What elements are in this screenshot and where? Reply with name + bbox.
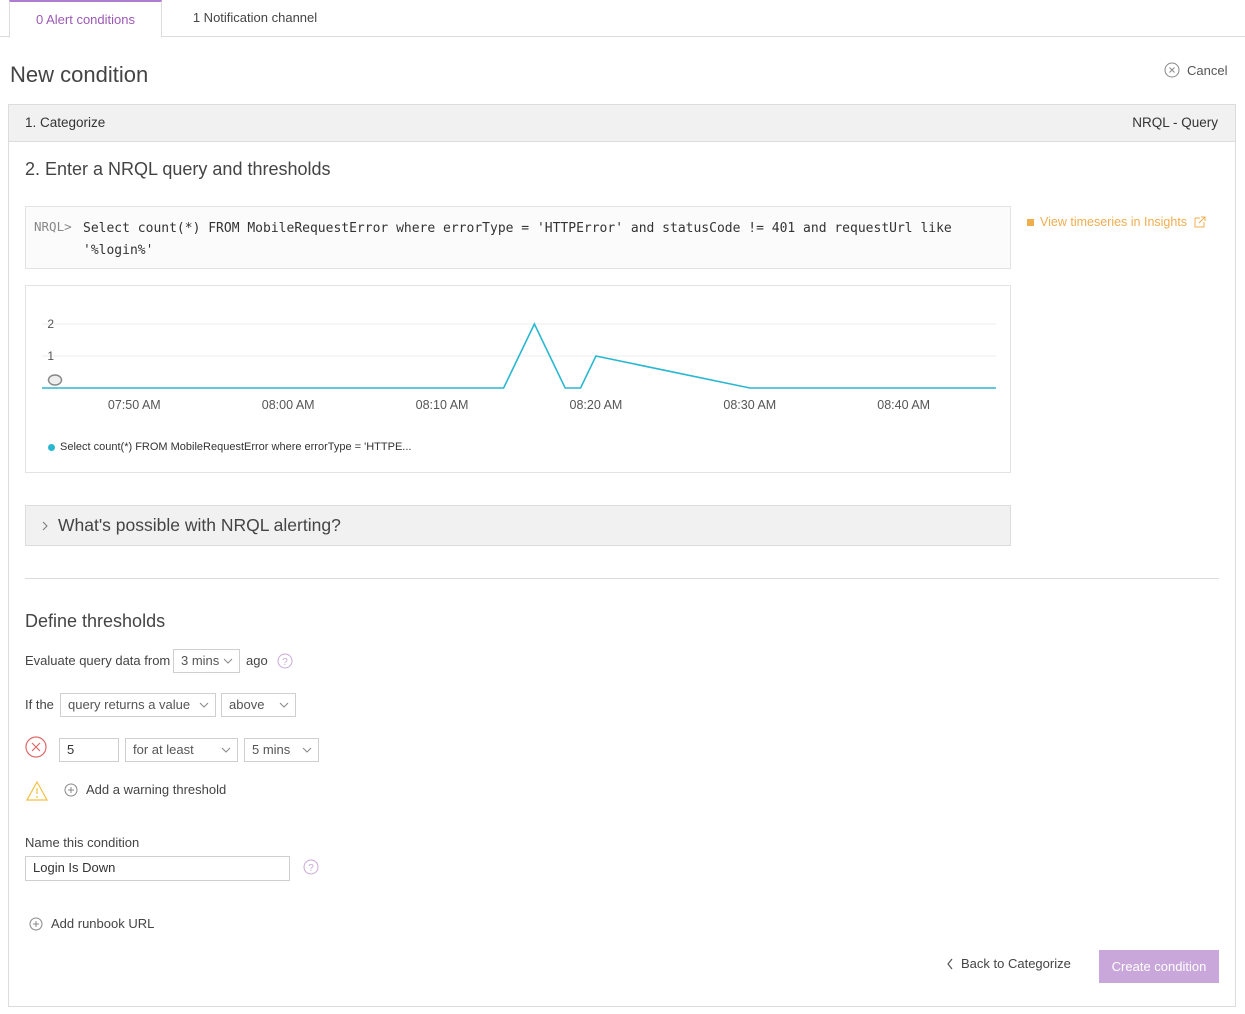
nrql-help-accordion[interactable]: What's possible with NRQL alerting? [25, 505, 1011, 546]
chevron-left-icon [947, 958, 953, 969]
insights-link-label: View timeseries in Insights [1040, 215, 1188, 229]
legend-dot-icon [48, 443, 55, 451]
insights-link[interactable]: View timeseries in Insights [1027, 215, 1207, 229]
add-runbook-url-button[interactable]: Add runbook URL [29, 916, 154, 931]
ago-label: ago [246, 653, 268, 668]
if-label: If the [25, 697, 54, 712]
tab-bar: 0 Alert conditions 1 Notification channe… [0, 0, 1245, 38]
chevron-down-icon [223, 658, 233, 664]
svg-text:?: ? [282, 657, 288, 668]
plus-circle-icon [29, 917, 43, 930]
svg-text:?: ? [308, 863, 314, 874]
chart-container: 1 2 07:50 AM 08:00 AM 08:10 AM 08:20 AM 08:30 … [25, 285, 1011, 473]
section-divider [25, 578, 1219, 579]
cancel-button[interactable]: Cancel [1164, 62, 1227, 78]
step-categorize-type: NRQL - Query [1132, 115, 1218, 130]
x-tick-label: 08:30 AM [723, 398, 776, 412]
x-tick-label: 08:10 AM [416, 398, 469, 412]
x-tick-label: 08:00 AM [262, 398, 315, 412]
page-title: New condition [10, 62, 149, 87]
nrql-query-editor[interactable]: NRQL> Select count(*) FROM MobileRequest… [25, 206, 1011, 269]
critical-icon [25, 736, 47, 758]
tab-notification-channel[interactable]: 1 Notification channel [175, 0, 335, 37]
close-circle-icon [1164, 62, 1180, 78]
y-tick-label: 1 [47, 349, 54, 363]
back-label: Back to Categorize [961, 956, 1071, 971]
query-returns-value: query returns a value [68, 697, 191, 712]
chevron-down-icon [279, 702, 289, 708]
duration-mode-select[interactable]: for at least [125, 738, 238, 762]
x-tick-label: 08:40 AM [877, 398, 930, 412]
nrql-query-text[interactable]: Select count(*) FROM MobileRequestError … [83, 218, 993, 262]
name-condition-label: Name this condition [25, 835, 140, 850]
x-tick-label: 07:50 AM [108, 398, 161, 412]
condition-name-input[interactable]: Login Is Down [25, 856, 290, 881]
duration-value: 5 mins [252, 742, 291, 757]
evaluate-window-value: 3 mins [181, 653, 220, 668]
insights-square-icon [1027, 218, 1034, 226]
plus-circle-icon [64, 783, 78, 796]
zero-marker-icon [47, 374, 63, 386]
add-warning-label: Add a warning threshold [86, 782, 227, 797]
nrql-prompt: NRQL> [34, 219, 72, 234]
step-categorize-title: 1. Categorize [25, 115, 106, 130]
y-tick-label: 2 [47, 317, 54, 331]
back-to-categorize-button[interactable]: Back to Categorize [946, 956, 1071, 971]
cancel-label: Cancel [1187, 62, 1228, 78]
duration-select[interactable]: 5 mins [244, 738, 319, 762]
create-condition-button[interactable]: Create condition [1099, 950, 1219, 983]
legend-label: Select count(*) FROM MobileRequestError … [60, 441, 412, 453]
tab-alert-conditions[interactable]: 0 Alert conditions [9, 0, 162, 38]
evaluate-window-select[interactable]: 3 mins [173, 649, 240, 673]
help-icon[interactable]: ? [303, 859, 319, 875]
thresholds-title: Define thresholds [25, 611, 166, 631]
comparison-value: above [229, 697, 265, 712]
chevron-down-icon [302, 747, 312, 753]
add-runbook-label: Add runbook URL [51, 916, 155, 931]
accordion-title: What's possible with NRQL alerting? [58, 515, 341, 535]
step-categorize[interactable]: 1. Categorize NRQL - Query [9, 105, 1235, 142]
critical-threshold-input[interactable]: 5 [59, 738, 119, 762]
comparison-select[interactable]: above [221, 693, 296, 717]
duration-mode-value: for at least [133, 742, 194, 757]
chart-legend: Select count(*) FROM MobileRequestError … [48, 441, 411, 453]
x-tick-label: 08:20 AM [570, 398, 623, 412]
chevron-right-icon [42, 521, 48, 530]
chevron-down-icon [199, 702, 209, 708]
condition-panel: 1. Categorize NRQL - Query 2. Enter a NR… [8, 104, 1236, 1007]
step-query-title: 2. Enter a NRQL query and thresholds [25, 159, 331, 179]
chevron-down-icon [221, 747, 231, 753]
query-returns-select[interactable]: query returns a value [60, 693, 216, 717]
add-warning-threshold-button[interactable]: Add a warning threshold [64, 782, 226, 797]
help-icon[interactable]: ? [277, 653, 293, 669]
external-link-icon [1194, 216, 1206, 228]
warning-icon [25, 780, 49, 801]
timeseries-chart: 1 2 07:50 AM 08:00 AM 08:10 AM 08:20 AM 08:30 … [42, 317, 996, 412]
evaluate-label: Evaluate query data from [25, 653, 171, 668]
